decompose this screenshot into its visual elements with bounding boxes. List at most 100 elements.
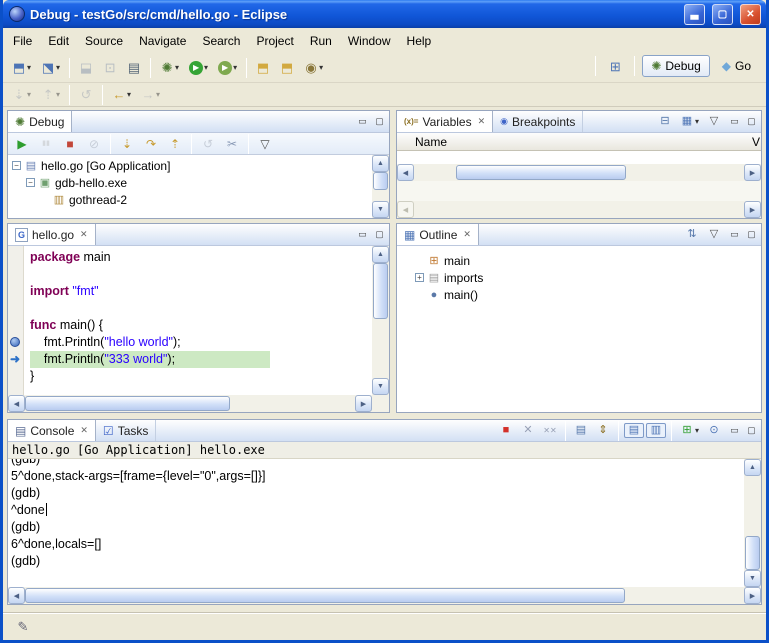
debug-button[interactable]: ✺▾ [156,58,183,77]
maximize-view-button[interactable]: ▢ [744,228,759,241]
minimize-view-button[interactable]: ▭ [355,115,370,128]
open-perspective-button[interactable]: ⊞ [604,57,626,76]
back-button[interactable]: ←▾ [108,85,135,104]
fast-view-button[interactable]: ✎ [12,617,34,636]
tab-tasks[interactable]: ☑ Tasks [96,420,156,441]
code-line[interactable]: fmt.Println("hello world"); [30,334,372,351]
scrollbar-track[interactable] [372,172,389,201]
code-line[interactable] [30,266,372,283]
breakpoint-marker[interactable] [10,337,20,347]
tree-item-gdb-hello-exe[interactable]: −▣gdb-hello.exe [8,174,372,191]
tab-variables[interactable]: (x)= Variables ✕ [397,111,493,132]
menu-source[interactable]: Source [77,31,131,51]
new-wizard-button-dropdown[interactable]: ▾ [27,64,31,72]
name-column-header[interactable]: Name [415,135,447,149]
back-button-dropdown[interactable]: ▾ [127,91,131,99]
scroll-right-button[interactable]: ▶ [744,201,761,218]
menu-edit[interactable]: Edit [40,31,77,51]
tab-outline[interactable]: ▦ Outline ✕ [397,224,479,245]
new-wizard-button[interactable]: ⬒▾ [8,58,35,77]
remove-launch-button[interactable]: ✕ [518,423,538,438]
variables-column-header[interactable]: Name V [397,133,761,151]
external-tools-button-dropdown[interactable]: ▾ [233,64,237,72]
menu-help[interactable]: Help [399,31,440,51]
detail-horizontal-scrollbar[interactable]: ◀ ▶ [397,201,761,218]
scroll-right-button[interactable]: ▶ [744,587,761,604]
tree-item-imports[interactable]: +▤imports [411,269,761,286]
close-view-icon[interactable]: ✕ [80,425,88,436]
editor-horizontal-scrollbar[interactable]: ◀ ▶ [8,395,372,412]
scroll-down-button[interactable]: ▼ [372,378,389,395]
collapse-expander[interactable]: − [12,161,21,170]
tab-hello-go[interactable]: G hello.go ✕ [8,224,96,245]
scrollbar-track[interactable] [414,164,744,181]
import-folder-button[interactable]: ⬒ [276,58,298,77]
scrollbar-track[interactable] [744,476,761,570]
scrollbar-thumb[interactable] [373,172,388,190]
step-return-button[interactable]: ⇡ [164,135,186,153]
view-menu-button[interactable]: ▽ [704,114,724,129]
scrollbar-thumb[interactable] [745,536,760,570]
layout-button[interactable]: ▦▾ [677,114,702,129]
maximize-view-button[interactable]: ▢ [372,115,387,128]
scroll-left-button[interactable]: ◀ [8,395,25,412]
console-vertical-scrollbar[interactable]: ▲ ▼ [744,459,761,587]
current-debug-line[interactable]: fmt.Println("333 world"); [30,351,270,368]
maximize-view-button[interactable]: ▢ [372,228,387,241]
debug-button-dropdown[interactable]: ▾ [175,64,179,72]
open-folder-button[interactable]: ⬒ [252,58,274,77]
console-horizontal-scrollbar[interactable]: ◀ ▶ [8,587,761,604]
minimize-view-button[interactable]: ▭ [727,424,742,437]
search-button-dropdown[interactable]: ▾ [319,64,323,72]
open-console-button[interactable]: ⊞▾ [677,423,702,438]
open-console-button-dropdown[interactable]: ▾ [695,427,699,435]
close-editor-icon[interactable]: ✕ [80,229,88,240]
debug-vertical-scrollbar[interactable]: ▲ ▼ [372,155,389,218]
scroll-down-button[interactable]: ▼ [372,201,389,218]
expand-expander[interactable]: + [415,273,424,282]
collapse-all-button[interactable]: ⊟ [655,114,675,129]
scrollbar-track[interactable] [25,587,744,604]
tree-item-gothread-2[interactable]: ▥gothread-2 [8,191,372,208]
maximize-view-button[interactable]: ▢ [744,424,759,437]
close-button[interactable]: ✕ [740,4,761,25]
show-stderr-button[interactable]: ▥ [646,423,666,438]
pin-console-button[interactable]: ⊙ [704,423,724,438]
search-button[interactable]: ◉▾ [300,58,327,77]
scrollbar-thumb[interactable] [25,588,625,603]
minimize-view-button[interactable]: ▭ [727,115,742,128]
close-view-icon[interactable]: ✕ [463,229,471,240]
previous-annotation-button-dropdown[interactable]: ▾ [56,91,60,99]
variables-detail-pane[interactable] [397,181,761,201]
tree-item-main[interactable]: ⊞main [411,252,761,269]
menu-search[interactable]: Search [194,31,248,51]
run-button[interactable]: ▶▾ [185,58,212,78]
forward-button-dropdown[interactable]: ▾ [156,91,160,99]
maximize-button[interactable]: ▢ [712,4,733,25]
editor-vertical-scrollbar[interactable]: ▲ ▼ [372,246,389,395]
scroll-up-button[interactable]: ▲ [372,246,389,263]
code-line[interactable]: import "fmt" [30,283,372,300]
print-button[interactable]: ▤ [123,58,145,77]
collapse-expander[interactable]: − [26,178,35,187]
scrollbar-thumb[interactable] [373,263,388,319]
clear-console-button[interactable]: ▤ [571,423,591,438]
minimize-view-button[interactable]: ▭ [355,228,370,241]
menu-run[interactable]: Run [302,31,340,51]
code-line[interactable]: } [30,368,372,385]
resume-button[interactable]: ▶ [11,135,33,153]
variables-tree-area[interactable] [397,151,761,164]
remove-all-launches-button[interactable]: ✕✕ [540,425,560,437]
scroll-lock-button[interactable]: ⇕ [593,423,613,438]
layout-button-dropdown[interactable]: ▾ [695,118,699,126]
terminate-button[interactable]: ■ [59,135,81,153]
title-bar[interactable]: Debug - testGo/src/cmd/hello.go - Eclips… [3,0,766,28]
editor-marker-ruler[interactable]: ➜ [8,246,24,395]
step-into-button[interactable]: ⇣ [116,135,138,153]
new-other-button[interactable]: ⬔▾ [37,58,64,77]
minimize-view-button[interactable]: ▭ [727,228,742,241]
close-view-icon[interactable]: ✕ [478,116,486,127]
perspective-go-button[interactable]: ◆ Go [713,55,760,77]
menu-project[interactable]: Project [248,31,301,51]
value-column-header[interactable]: V [752,135,761,149]
